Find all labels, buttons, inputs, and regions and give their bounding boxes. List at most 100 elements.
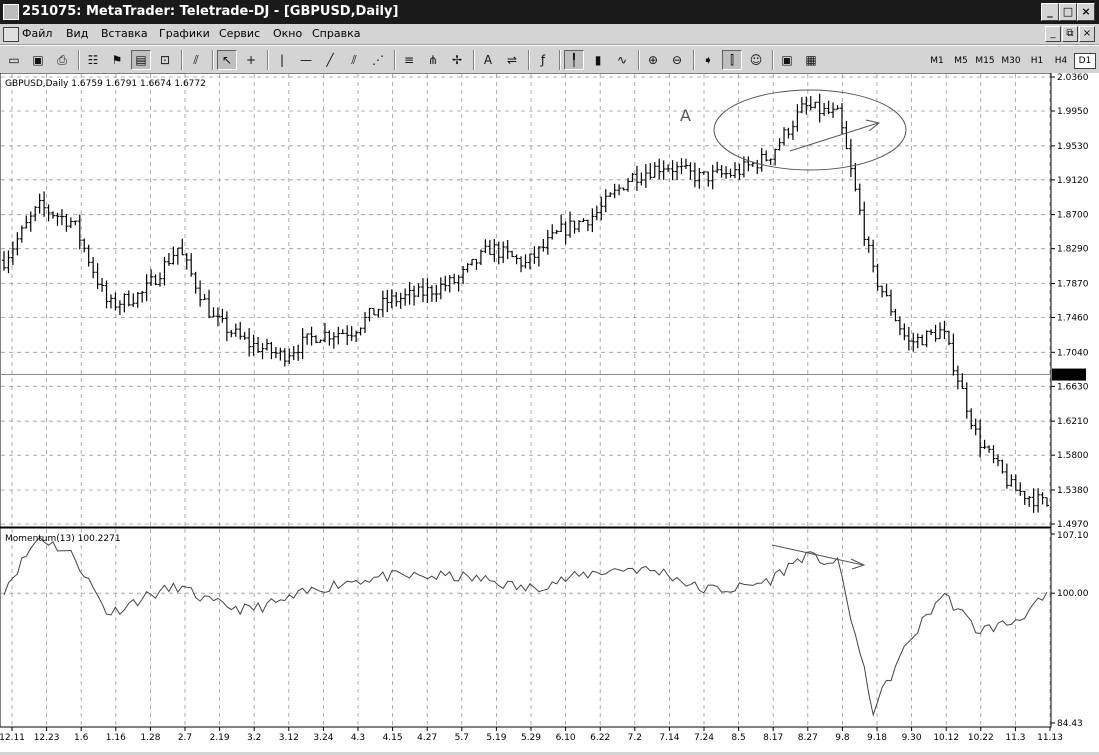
momentum-series — [3, 536, 1048, 717]
timeframe-d1[interactable]: D1 — [1074, 53, 1096, 69]
maximize-button[interactable]: □ — [1059, 3, 1077, 21]
templates-icon[interactable]: ▦ — [801, 50, 821, 70]
toolbar-separator — [559, 50, 561, 70]
chart-shift-icon[interactable]: ⫿ — [722, 50, 742, 70]
timeframe-m1[interactable]: M1 — [926, 53, 948, 69]
timeframe-h4[interactable]: H4 — [1050, 53, 1072, 69]
bar-chart-icon[interactable]: ╿ — [564, 50, 584, 70]
save-icon[interactable]: ▣ — [28, 50, 48, 70]
indicators-icon[interactable]: ƒ — [533, 50, 553, 70]
menu-bar: Файл Вид Вставка Графики Сервис Окно Спр… — [0, 24, 1099, 45]
price-axis-label: 1.7040 — [1057, 348, 1089, 358]
market-watch-icon[interactable]: ☷ — [83, 50, 103, 70]
price-panel-frame — [0, 72, 1052, 528]
price-axis-label: 1.5800 — [1057, 451, 1089, 461]
zoom-in-icon[interactable]: ⊕ — [643, 50, 663, 70]
toolbar: ▭ ▣ ⎙ ☷ ⚑ ▤ ⊡ ⫽ ↖ + | — ╱ ⫽ ⋰ ≡ ⋔ ✢ A ⇌ ƒ ╿ ▮ ∿ ⊕ ⊖ ➧ ⫿ ☺ ▣ ▦ M1 M5 M15 M3… — [0, 45, 1099, 75]
timeframe-m30[interactable]: M30 — [1000, 53, 1022, 69]
date-axis-label: 7.24 — [694, 733, 714, 743]
gann-fan-icon[interactable]: ⋰ — [368, 50, 388, 70]
periods-icon[interactable]: ▣ — [777, 50, 797, 70]
indicator-axis-label: 107.10 — [1057, 531, 1089, 541]
crosshair-icon[interactable]: + — [241, 50, 261, 70]
title-bar: 251075: MetaTrader: Teletrade-DJ - [GBPU… — [0, 0, 1099, 24]
vertical-line-icon[interactable]: | — [272, 50, 292, 70]
date-axis-label: 4.15 — [383, 733, 403, 743]
minimize-button[interactable]: _ — [1041, 3, 1059, 21]
navigator-icon[interactable]: ⚑ — [107, 50, 127, 70]
date-axis-label: 1.28 — [140, 733, 160, 743]
pitchfork-icon[interactable]: ⋔ — [423, 50, 443, 70]
date-axis-label: 5.7 — [455, 733, 469, 743]
close-button[interactable]: × — [1077, 3, 1095, 21]
date-axis-label: 9.18 — [867, 733, 887, 743]
fibo-icon[interactable]: ≡ — [399, 50, 419, 70]
date-axis-label: 1.16 — [106, 733, 126, 743]
new-chart-icon[interactable]: ▭ — [4, 50, 24, 70]
menu-view[interactable]: Вид — [66, 27, 88, 40]
menu-window[interactable]: Окно — [273, 27, 302, 40]
timeframe-h1[interactable]: H1 — [1026, 53, 1048, 69]
price-axis-label: 1.8290 — [1057, 245, 1089, 255]
expert-advisors-icon[interactable]: ☺ — [746, 50, 766, 70]
divergence-arrow — [771, 544, 864, 566]
indicator-header: Momentum(13) 100.2271 — [5, 534, 121, 544]
print-icon[interactable]: ⎙ — [52, 50, 72, 70]
price-axis-label: 1.9950 — [1057, 107, 1089, 117]
date-axis-label: 12.11 — [0, 733, 25, 743]
toolbar-separator — [267, 50, 269, 70]
date-axis-label: 6.22 — [590, 733, 610, 743]
toolbar-separator — [693, 50, 695, 70]
tester-icon[interactable]: ⊡ — [155, 50, 175, 70]
zoom-out-icon[interactable]: ⊖ — [667, 50, 687, 70]
indicator-axis-label: 100.00 — [1057, 589, 1089, 599]
document-icon[interactable] — [3, 27, 19, 42]
date-axis-label: 2.19 — [210, 733, 230, 743]
menu-charts[interactable]: Графики — [159, 27, 210, 40]
date-axis-label: 7.14 — [659, 733, 679, 743]
menu-tools[interactable]: Сервис — [219, 27, 260, 40]
date-axis-label: 8.5 — [731, 733, 745, 743]
toolbar-separator — [638, 50, 640, 70]
date-axis-label: 9.30 — [902, 733, 922, 743]
menu-help[interactable]: Справка — [312, 27, 360, 40]
price-axis-label: 1.9120 — [1057, 176, 1089, 186]
line-chart-icon[interactable]: ∿ — [612, 50, 632, 70]
menu-insert[interactable]: Вставка — [101, 27, 148, 40]
date-axis-label: 6.10 — [556, 733, 576, 743]
date-axis-label: 3.2 — [247, 733, 261, 743]
expert-icon[interactable]: ⫽ — [186, 50, 206, 70]
horizontal-line-icon[interactable]: — — [296, 50, 316, 70]
date-axis-label: 8.17 — [763, 733, 783, 743]
autoscroll-icon[interactable]: ➧ — [698, 50, 718, 70]
toolbar-separator — [772, 50, 774, 70]
toolbar-separator — [528, 50, 530, 70]
timeframe-m5[interactable]: M5 — [950, 53, 972, 69]
cycle-lines-icon[interactable]: ✢ — [447, 50, 467, 70]
indicator-axis-label: 84.43 — [1057, 719, 1083, 729]
date-axis-label: 4.27 — [417, 733, 437, 743]
price-axis-label: 1.4970 — [1057, 520, 1089, 530]
date-axis-label: 10.22 — [968, 733, 994, 743]
mdi-minimize-button[interactable]: _ — [1045, 26, 1061, 42]
mdi-close-button[interactable]: × — [1079, 26, 1095, 42]
trendline-icon[interactable]: ╱ — [320, 50, 340, 70]
terminal-icon[interactable]: ▤ — [131, 50, 151, 70]
arrow-label-icon[interactable]: ⇌ — [502, 50, 522, 70]
timeframe-m15[interactable]: M15 — [974, 53, 996, 69]
chart-window[interactable]: 2.0360 1.9950 1.9530 1.9120 1.8700 1.8290 1.78… — [0, 72, 1099, 752]
window-title: 251075: MetaTrader: Teletrade-DJ - [GBPU… — [22, 4, 399, 19]
toolbar-separator — [212, 50, 214, 70]
channel-icon[interactable]: ⫽ — [344, 50, 364, 70]
price-axis-label: 2.0360 — [1057, 73, 1089, 83]
mdi-restore-button[interactable]: ⧉ — [1062, 26, 1078, 42]
date-axis-label: 3.12 — [279, 733, 299, 743]
annotations: A — [680, 89, 907, 570]
current-price-label: 1.6772 — [1055, 371, 1087, 381]
menu-file[interactable]: Файл — [22, 27, 52, 40]
date-axis-label: 11.13 — [1037, 733, 1063, 743]
text-icon[interactable]: A — [478, 50, 498, 70]
chart-canvas[interactable]: 2.0360 1.9950 1.9530 1.9120 1.8700 1.8290 1.78… — [0, 72, 1099, 752]
candle-chart-icon[interactable]: ▮ — [588, 50, 608, 70]
cursor-icon[interactable]: ↖ — [217, 50, 237, 70]
